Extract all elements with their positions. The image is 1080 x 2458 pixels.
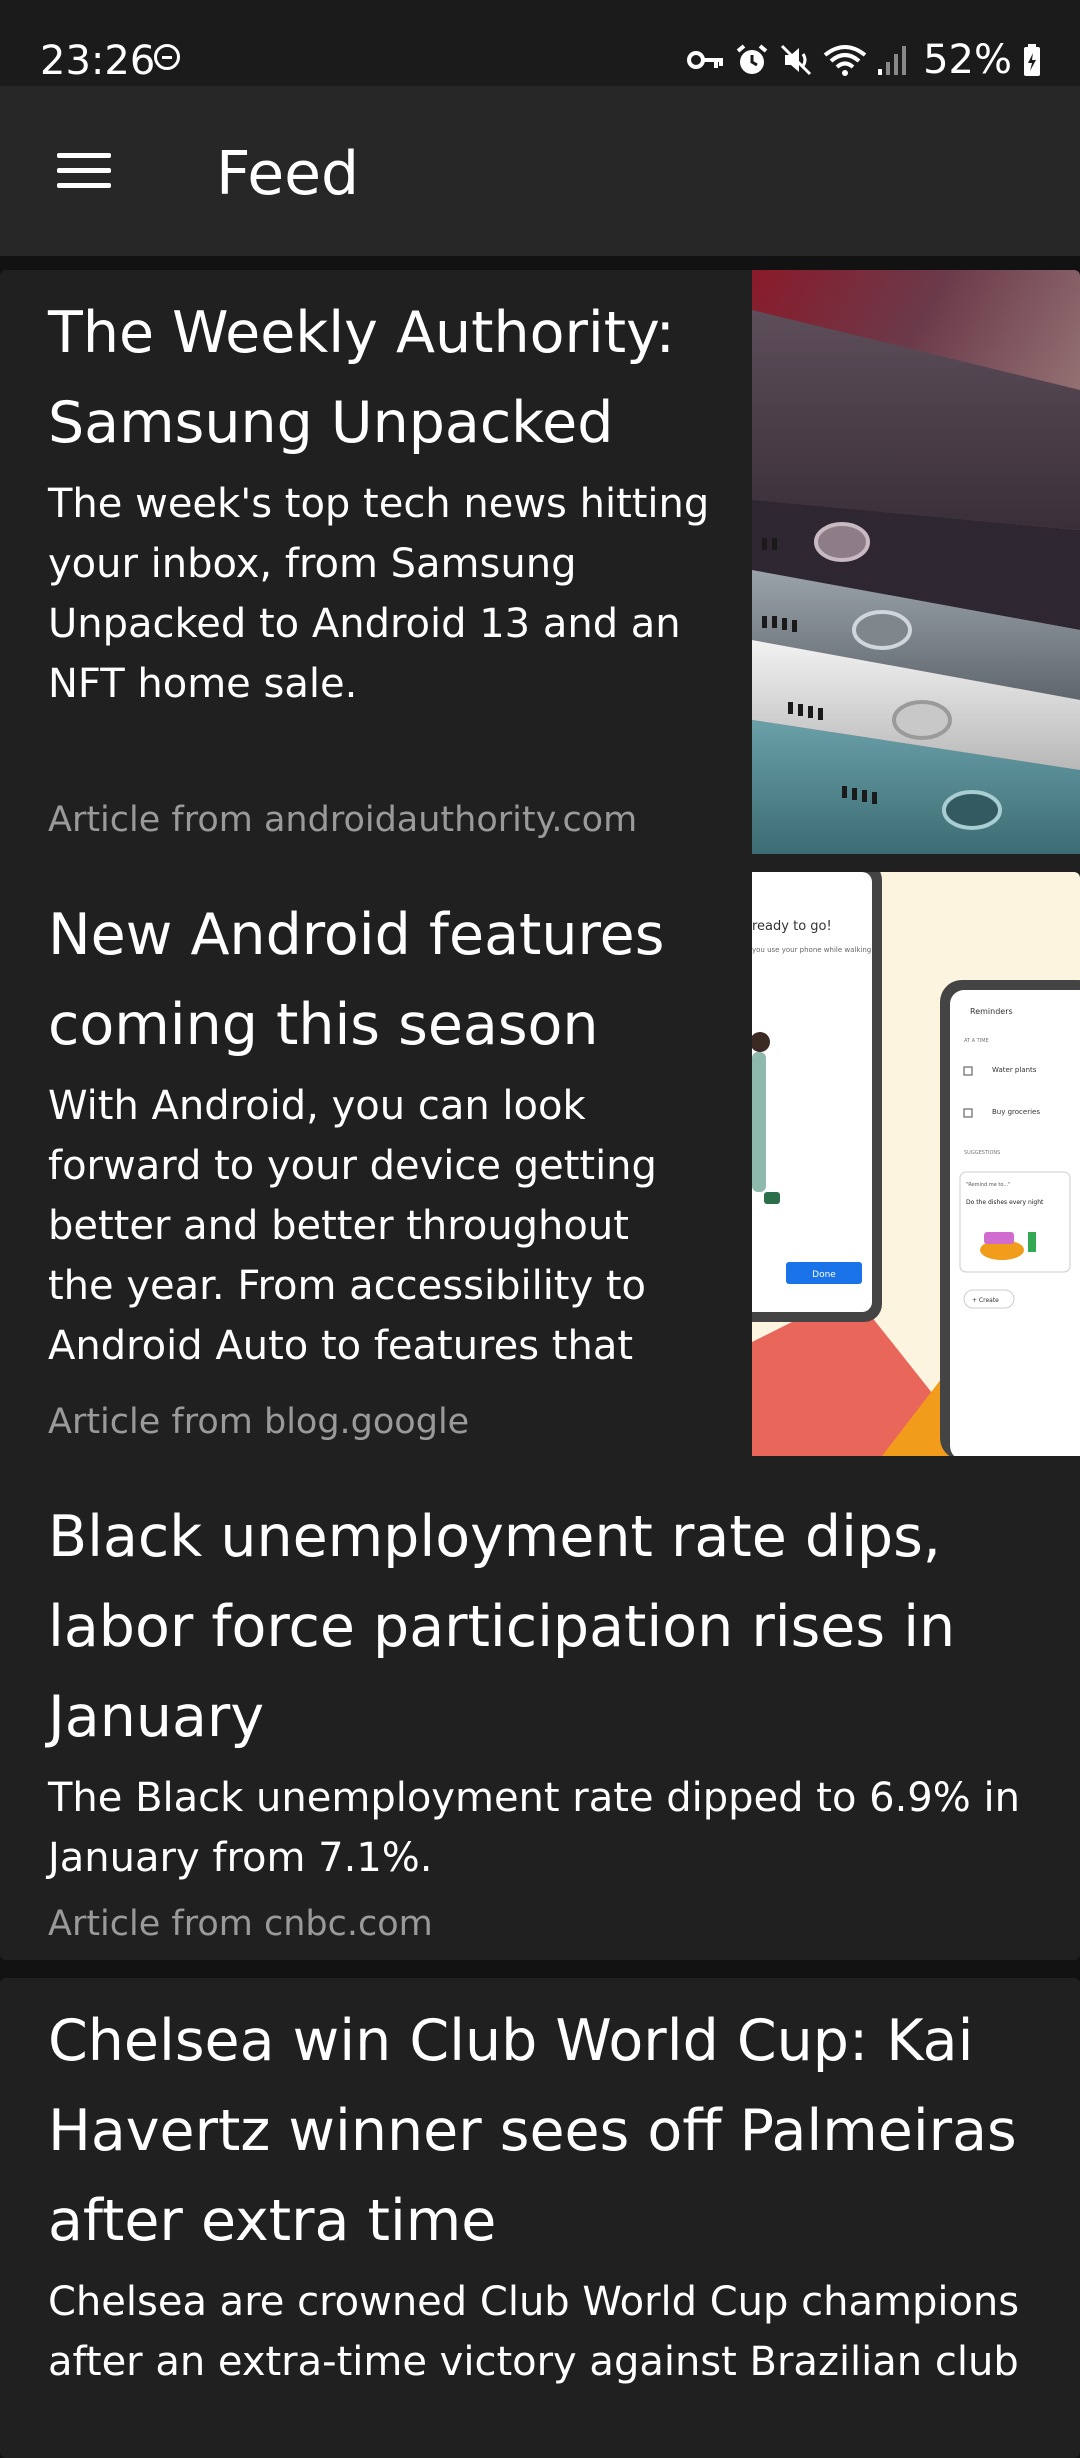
card-title: New Android features coming this season	[48, 902, 665, 1058]
vpn-key-icon	[687, 51, 724, 69]
mute-icon	[781, 44, 812, 76]
card-summary: The Black unemployment rate dipped to 6.…	[48, 1775, 1020, 1881]
card-source: Article from blog.google	[48, 1402, 470, 1442]
card-summary: Chelsea are crowned Club World Cup champ…	[48, 2279, 1020, 2385]
card-title: Black unemployment rate dips, labor forc…	[48, 1504, 956, 1750]
svg-text:AT A TIME: AT A TIME	[964, 1038, 989, 1044]
svg-text:Water plants: Water plants	[992, 1066, 1037, 1074]
feed-card[interactable]: Black unemployment rate dips, labor forc…	[0, 1474, 1080, 1960]
stacked-smartphones-image	[752, 270, 1080, 854]
do-not-disturb-icon	[154, 44, 180, 70]
svg-text:Done: Done	[812, 1270, 836, 1280]
card-title: The Weekly Authority: Samsung Unpacked	[48, 300, 675, 456]
svg-text:+ Create: + Create	[972, 1297, 999, 1304]
card-title: Chelsea win Club World Cup: Kai Havertz …	[48, 2008, 1017, 2254]
card-source: Article from androidauthority.com	[48, 800, 638, 840]
wifi-icon	[823, 45, 867, 76]
android-phones-illustration-image: ready to go! you use your phone while wa…	[752, 872, 1080, 1456]
svg-text:Reminders: Reminders	[970, 1007, 1013, 1016]
svg-text:ready to go!: ready to go!	[752, 919, 832, 934]
card-summary: The week's top tech news hitting your in…	[48, 481, 710, 707]
battery-percentage: 52%	[923, 37, 1012, 83]
status-bar: 23:26 52%	[0, 0, 1080, 86]
page-title: Feed	[216, 139, 360, 209]
card-summary: With Android, you can look forward to yo…	[48, 1083, 657, 1369]
svg-text:Do the dishes every night: Do the dishes every night	[966, 1199, 1044, 1206]
svg-text:you use your phone while walki: you use your phone while walking	[752, 946, 871, 954]
card-source: Article from cnbc.com	[48, 1904, 433, 1944]
signal-icon	[878, 46, 907, 75]
feed-card[interactable]: Chelsea win Club World Cup: Kai Havertz …	[0, 1978, 1080, 2458]
hamburger-menu-icon[interactable]	[40, 128, 126, 214]
svg-text:"Remind me to...": "Remind me to..."	[966, 1182, 1010, 1188]
status-icons: 52%	[687, 30, 1042, 90]
alarm-icon	[736, 44, 768, 74]
status-time: 23:26	[40, 38, 156, 84]
svg-text:Buy groceries: Buy groceries	[992, 1108, 1040, 1116]
svg-text:SUGGESTIONS: SUGGESTIONS	[964, 1150, 1000, 1156]
app-bar: Feed	[0, 86, 1080, 256]
battery-icon	[1024, 44, 1040, 76]
